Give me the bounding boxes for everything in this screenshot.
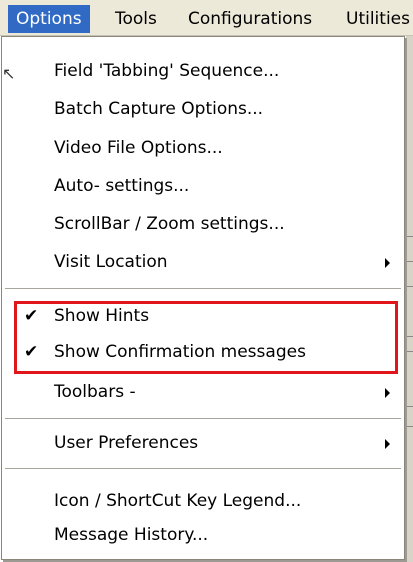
menu-separator [5,418,401,420]
menu-item-toolbars[interactable]: Toolbars - [2,378,404,408]
menu-utilities[interactable]: Utilities [346,5,410,33]
menu-item-label: ScrollBar / Zoom settings... [54,214,285,234]
options-dropdown-menu: Field 'Tabbing' Sequence... Batch Captur… [1,36,405,560]
submenu-arrow-icon [385,388,390,398]
menu-item-video-file-options[interactable]: Video File Options... [2,134,404,164]
menu-item-batch-capture-options[interactable]: Batch Capture Options... [2,95,404,125]
menu-item-label: Auto- settings... [54,176,190,196]
menu-item-auto-settings[interactable]: Auto- settings... [2,172,404,202]
menu-item-label: Batch Capture Options... [54,99,264,119]
menu-separator [5,288,401,290]
menu-bar: Options Tools Configurations Utilities [0,0,413,36]
menu-item-label: Icon / ShortCut Key Legend... [54,491,302,511]
menu-options[interactable]: Options [8,5,90,33]
menu-item-visit-location[interactable]: Visit Location [2,248,404,278]
menu-item-label: Message History... [54,525,209,545]
submenu-arrow-icon [385,258,390,268]
submenu-arrow-icon [385,439,390,449]
menu-item-label: User Preferences [54,433,199,453]
menu-item-label: Visit Location [54,252,168,272]
background-window-edge [406,36,413,562]
menu-item-user-preferences[interactable]: User Preferences [2,429,404,459]
menu-separator [5,468,401,470]
menu-item-label: Field 'Tabbing' Sequence... [54,61,280,81]
menu-item-icon-shortcut-key-legend[interactable]: Icon / ShortCut Key Legend... [2,487,404,517]
mouse-cursor-icon: ↖ [2,64,16,83]
red-highlight-box [14,301,398,374]
menu-item-label: Toolbars - [54,382,136,402]
menu-item-field-tabbing-sequence[interactable]: Field 'Tabbing' Sequence... [2,57,404,87]
menu-item-message-history[interactable]: Message History... [2,521,404,551]
menu-item-label: Video File Options... [54,138,223,158]
menu-configurations[interactable]: Configurations [188,5,312,33]
menu-item-scrollbar-zoom-settings[interactable]: ScrollBar / Zoom settings... [2,210,404,240]
menu-tools[interactable]: Tools [115,5,157,33]
